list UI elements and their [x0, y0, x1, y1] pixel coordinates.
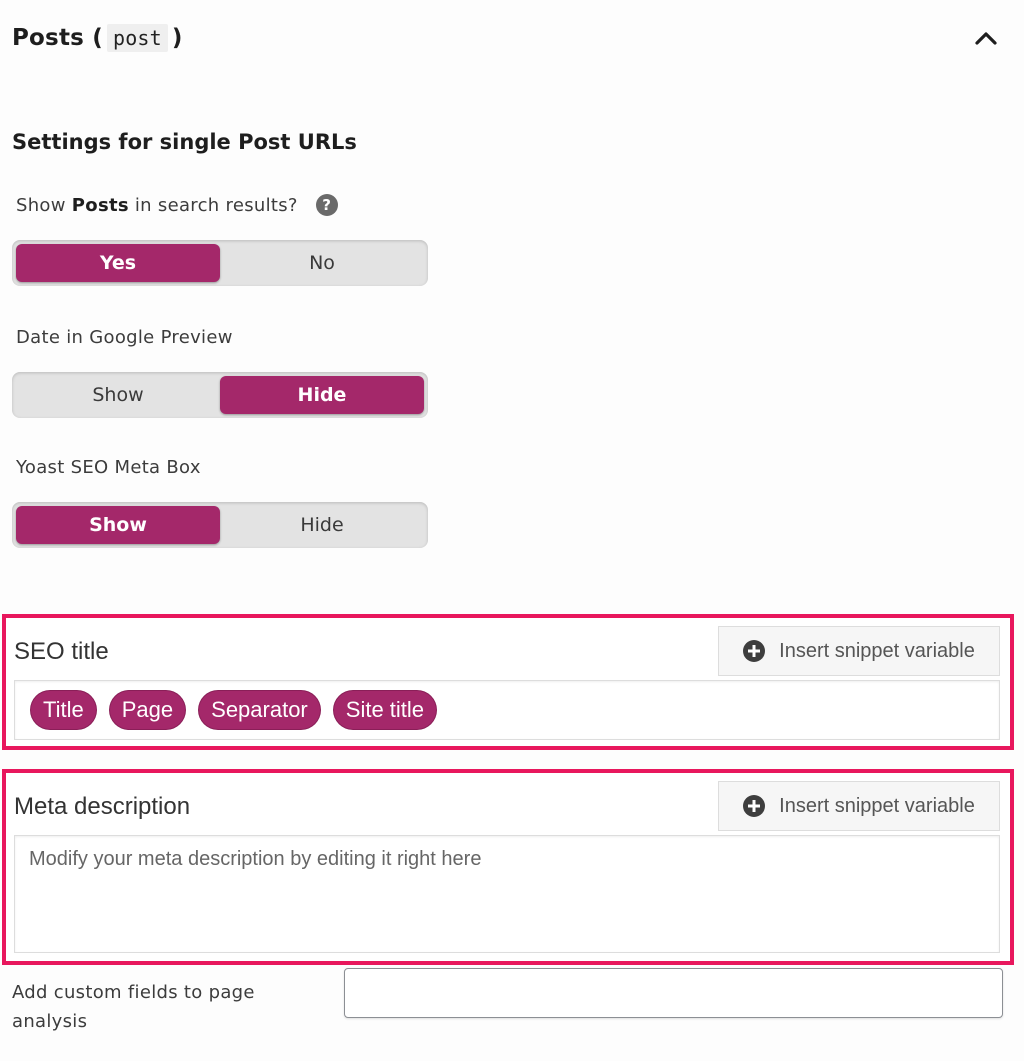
meta-description-section: Meta description Insert snippet variable…: [2, 769, 1014, 965]
toggle-option-hide[interactable]: Hide: [220, 376, 424, 414]
toggle-option-show[interactable]: Show: [16, 376, 220, 414]
date-preview-label: Date in Google Preview: [16, 327, 233, 348]
label-bold: Posts: [71, 194, 129, 216]
meta-box-toggle[interactable]: Show Hide: [12, 502, 428, 548]
show-in-search-label: Show Posts in search results? ?: [16, 194, 338, 216]
toggle-option-show[interactable]: Show: [16, 506, 220, 544]
snippet-chip-page[interactable]: Page: [109, 691, 186, 729]
section-title: Posts ( post ): [12, 24, 183, 52]
snippet-chip-site-title[interactable]: Site title: [333, 691, 437, 729]
section-header[interactable]: Posts ( post ): [12, 18, 1004, 58]
post-type-code: post: [106, 24, 168, 52]
snippet-chip-title[interactable]: Title: [31, 691, 96, 729]
settings-page: Posts ( post ) Settings for single Post …: [0, 0, 1024, 1061]
chevron-up-icon[interactable]: [968, 20, 1004, 56]
help-icon[interactable]: ?: [315, 194, 338, 216]
seo-title-section: SEO title Insert snippet variable Title …: [2, 614, 1014, 750]
meta-box-label: Yoast SEO Meta Box: [16, 457, 201, 478]
meta-description-editor[interactable]: Modify your meta description by editing …: [14, 835, 1000, 953]
button-label: Insert snippet variable: [779, 639, 975, 662]
toggle-option-yes[interactable]: Yes: [16, 244, 220, 282]
insert-snippet-variable-button[interactable]: Insert snippet variable: [718, 781, 1000, 831]
toggle-option-hide[interactable]: Hide: [220, 506, 424, 544]
button-label: Insert snippet variable: [779, 794, 975, 817]
label-pre: Show: [16, 194, 66, 216]
snippet-chips: Title Page Separator Site title: [15, 681, 999, 739]
meta-description-label: Meta description: [14, 793, 191, 820]
custom-fields-input[interactable]: [344, 968, 1003, 1018]
plus-circle-icon: [743, 640, 766, 662]
section-title-text: Posts (: [12, 25, 103, 51]
show-in-search-toggle[interactable]: Yes No: [12, 240, 428, 286]
label-post: in search results?: [134, 194, 298, 216]
settings-subheading: Settings for single Post URLs: [12, 130, 357, 154]
insert-snippet-variable-button[interactable]: Insert snippet variable: [718, 626, 1000, 676]
snippet-chip-separator[interactable]: Separator: [199, 691, 320, 729]
section-title-end: ): [171, 25, 183, 51]
seo-title-label: SEO title: [14, 638, 109, 665]
plus-circle-icon: [743, 795, 766, 817]
meta-description-placeholder: Modify your meta description by editing …: [29, 848, 482, 870]
seo-title-editor[interactable]: Title Page Separator Site title: [14, 680, 1000, 740]
date-preview-toggle[interactable]: Show Hide: [12, 372, 428, 418]
custom-fields-label: Add custom fields to page analysis: [12, 982, 255, 1032]
toggle-option-no[interactable]: No: [220, 244, 424, 282]
